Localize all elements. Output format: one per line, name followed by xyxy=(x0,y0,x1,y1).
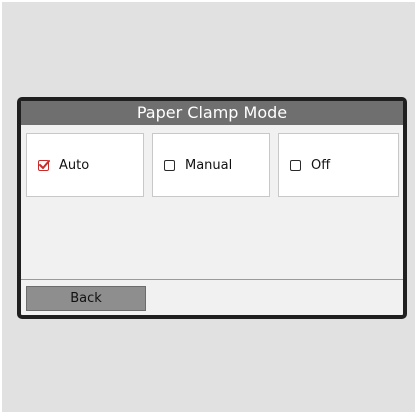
option-label: Manual xyxy=(185,157,233,173)
checkbox-checked-icon[interactable] xyxy=(38,159,50,171)
dialog-title: Paper Clamp Mode xyxy=(21,101,403,125)
paper-clamp-mode-dialog: Paper Clamp Mode Auto Manual Off Back xyxy=(17,97,407,319)
option-label: Auto xyxy=(59,157,90,173)
option-auto[interactable]: Auto xyxy=(26,133,144,197)
back-button[interactable]: Back xyxy=(26,286,146,311)
option-manual[interactable]: Manual xyxy=(152,133,270,197)
checkbox-icon[interactable] xyxy=(164,159,175,171)
option-off[interactable]: Off xyxy=(278,133,399,197)
option-label: Off xyxy=(311,157,331,173)
footer-divider xyxy=(21,279,403,280)
checkbox-icon[interactable] xyxy=(290,159,301,171)
